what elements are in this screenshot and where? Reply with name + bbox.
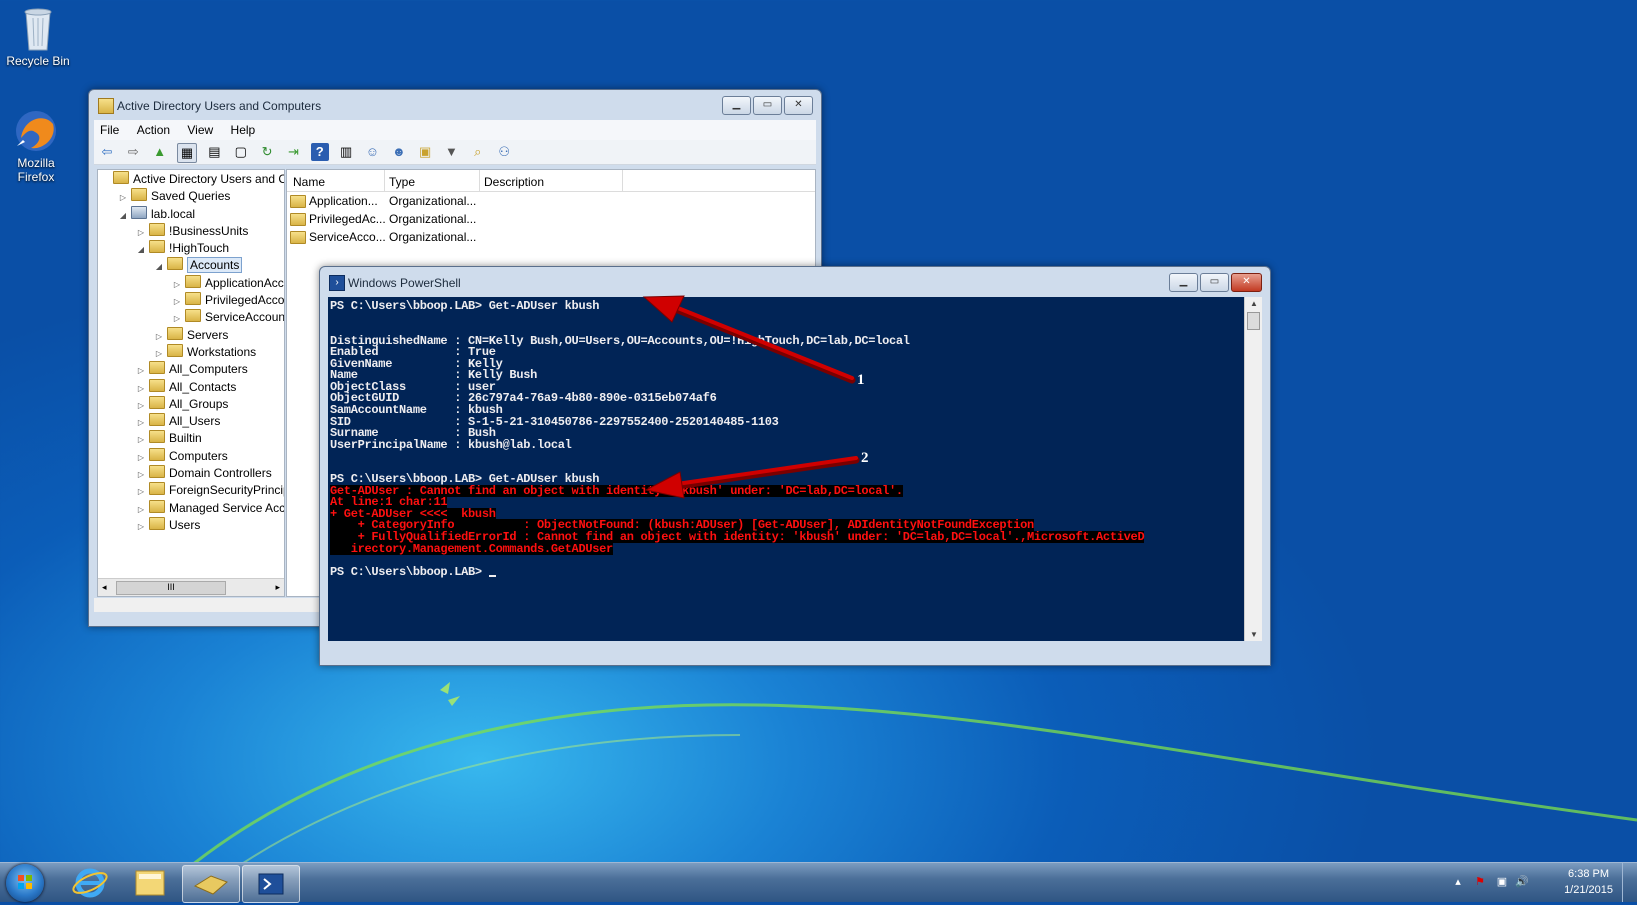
clock-time: 6:38 PM [1568, 868, 1610, 880]
show-desktop-button[interactable] [1622, 863, 1637, 902]
action-center-icon[interactable]: ⚑ [1473, 875, 1487, 889]
clock[interactable]: 6:38 PM 1/21/2015 [1564, 866, 1613, 898]
powershell-taskbar-icon [258, 873, 284, 895]
folder-icon [135, 870, 165, 896]
taskbar: ▴ ⚑ ▣ 🔊 6:38 PM 1/21/2015 [0, 862, 1637, 903]
volume-icon[interactable]: 🔊 [1515, 875, 1529, 889]
taskbar-aduc[interactable] [182, 865, 240, 903]
annotation-label-1: 1 [857, 372, 865, 388]
annotation-label-2: 2 [861, 450, 869, 466]
network-icon[interactable]: ▣ [1495, 875, 1509, 889]
clock-date: 1/21/2015 [1564, 884, 1613, 896]
show-hidden-icons[interactable]: ▴ [1451, 875, 1465, 889]
internet-explorer-icon [72, 868, 108, 898]
aduc-taskbar-icon [193, 875, 228, 895]
start-button[interactable] [6, 864, 44, 902]
taskbar-file-explorer[interactable] [122, 865, 178, 901]
annotation-layer [642, 295, 860, 499]
annotation-arrow-2 [644, 456, 860, 499]
annotation-arrow-1 [642, 295, 856, 384]
system-tray: ▴ ⚑ ▣ 🔊 6:38 PM 1/21/2015 [1437, 863, 1637, 902]
taskbar-internet-explorer[interactable] [62, 865, 118, 901]
windows-logo-icon [18, 875, 32, 889]
taskbar-powershell[interactable] [242, 865, 300, 903]
